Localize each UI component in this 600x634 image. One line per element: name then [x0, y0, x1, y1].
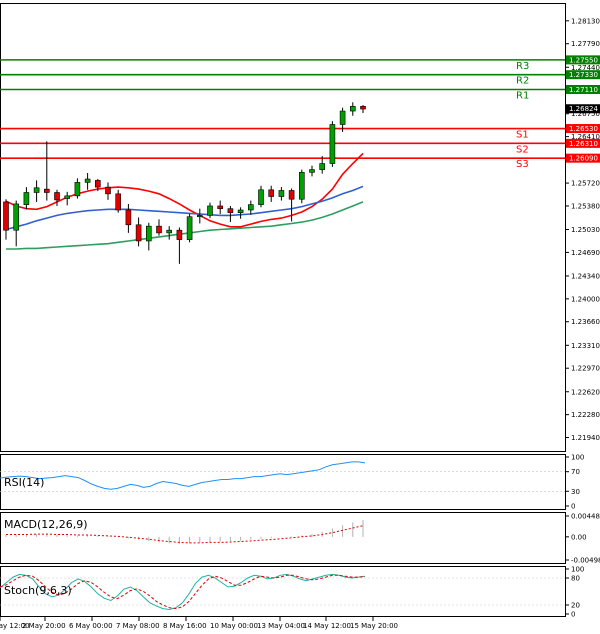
candle: [268, 189, 275, 197]
indicator-tick-label: 0: [571, 611, 575, 619]
candle: [33, 187, 40, 193]
candle: [217, 205, 223, 209]
time-tick-label: 7 May 08:00: [116, 622, 160, 630]
time-tick-label: 15 May 20:00: [350, 622, 398, 630]
indicator-tick-label: 0: [571, 503, 575, 511]
price-tick-label: 1.22280: [571, 411, 600, 419]
level-price-label: 1.27330: [569, 71, 598, 79]
indicator-tick-label: -0.004981: [571, 557, 600, 565]
candle: [115, 193, 121, 211]
price-tick-label: 1.22970: [571, 365, 600, 373]
time-tick-label: 14 May 12:00: [303, 622, 351, 630]
candle: [288, 190, 295, 200]
candle: [156, 225, 162, 234]
macd-label: MACD(12,26,9): [4, 518, 88, 531]
candle: [43, 188, 50, 193]
price-tick-label: 1.25720: [571, 180, 600, 188]
candle: [258, 189, 264, 205]
level-name-s3: S3: [516, 159, 529, 170]
indicator-tick-label: 100: [571, 566, 584, 574]
candle: [54, 192, 60, 201]
candle: [227, 208, 234, 213]
price-tick-label: 1.22620: [571, 388, 600, 396]
candle: [329, 124, 336, 164]
candle: [23, 192, 30, 205]
candle: [74, 182, 81, 197]
stoch-label: Stoch(9,6,3): [4, 584, 72, 597]
indicator-tick-label: 80: [571, 575, 580, 583]
price-tick-label: 1.24690: [571, 249, 600, 257]
candle: [95, 180, 101, 188]
candle: [207, 205, 213, 216]
candle: [166, 229, 172, 234]
current-price-label: 1.26824: [569, 105, 598, 113]
chart-canvas: 1.281301.277901.274401.271001.267501.264…: [0, 0, 600, 634]
candle: [360, 106, 366, 110]
candle: [135, 224, 142, 242]
price-tick-label: 1.28130: [571, 17, 600, 25]
price-tick-label: 1.23660: [571, 318, 600, 326]
rsi-label: RSI(14): [4, 476, 44, 489]
time-tick-label: 13 May 04:00: [257, 622, 305, 630]
indicator-tick-label: 100: [571, 454, 584, 462]
price-tick-label: 1.27790: [571, 40, 600, 48]
candle: [339, 110, 346, 125]
candle: [186, 216, 193, 240]
indicator-tick-label: 30: [571, 488, 580, 496]
price-tick-label: 1.25030: [571, 226, 600, 234]
candle: [278, 190, 285, 197]
price-tick-label: 1.24000: [571, 295, 600, 303]
indicator-tick-label: 0.004482: [571, 513, 600, 521]
candle: [3, 201, 9, 231]
level-name-r1: R1: [516, 90, 529, 101]
candle: [146, 225, 152, 242]
indicator-tick-label: 70: [571, 468, 580, 476]
level-name-r2: R2: [516, 76, 529, 87]
level-price-label: 1.26310: [569, 140, 598, 148]
indicator-tick-label: 0.00: [571, 533, 587, 541]
candle: [349, 106, 356, 112]
level-price-label: 1.26530: [569, 125, 598, 133]
candle: [176, 229, 183, 240]
time-tick-label: 8 May 16:00: [163, 622, 207, 630]
indicator-tick-label: 20: [571, 602, 580, 610]
level-price-label: 1.27110: [569, 86, 598, 94]
candle: [125, 209, 132, 226]
price-tick-label: 1.21940: [571, 434, 600, 442]
time-tick-label: 2 May 20:00: [22, 622, 66, 630]
price-tick-label: 1.24340: [571, 272, 600, 280]
level-name-r3: R3: [516, 61, 529, 72]
price-tick-label: 1.25380: [571, 202, 600, 210]
level-price-label: 1.26090: [569, 155, 598, 163]
candle: [13, 203, 19, 231]
price-tick-label: 1.23310: [571, 342, 600, 350]
candle: [84, 178, 91, 183]
level-price-label: 1.27550: [569, 56, 598, 64]
chart-background: [0, 0, 600, 634]
time-tick-label: 6 May 00:00: [69, 622, 113, 630]
level-name-s2: S2: [516, 144, 529, 155]
candle: [319, 163, 326, 170]
candle: [248, 204, 254, 211]
current-price-marker: 1.26824: [566, 104, 600, 114]
candle: [237, 209, 244, 213]
chart-window: 1.281301.277901.274401.271001.267501.264…: [0, 0, 600, 634]
candle: [105, 186, 111, 195]
candle: [309, 169, 315, 173]
level-name-s1: S1: [516, 130, 529, 141]
candle: [64, 195, 70, 199]
candle: [298, 171, 305, 200]
candle: [197, 215, 203, 218]
time-tick-label: 10 May 00:00: [210, 622, 258, 630]
